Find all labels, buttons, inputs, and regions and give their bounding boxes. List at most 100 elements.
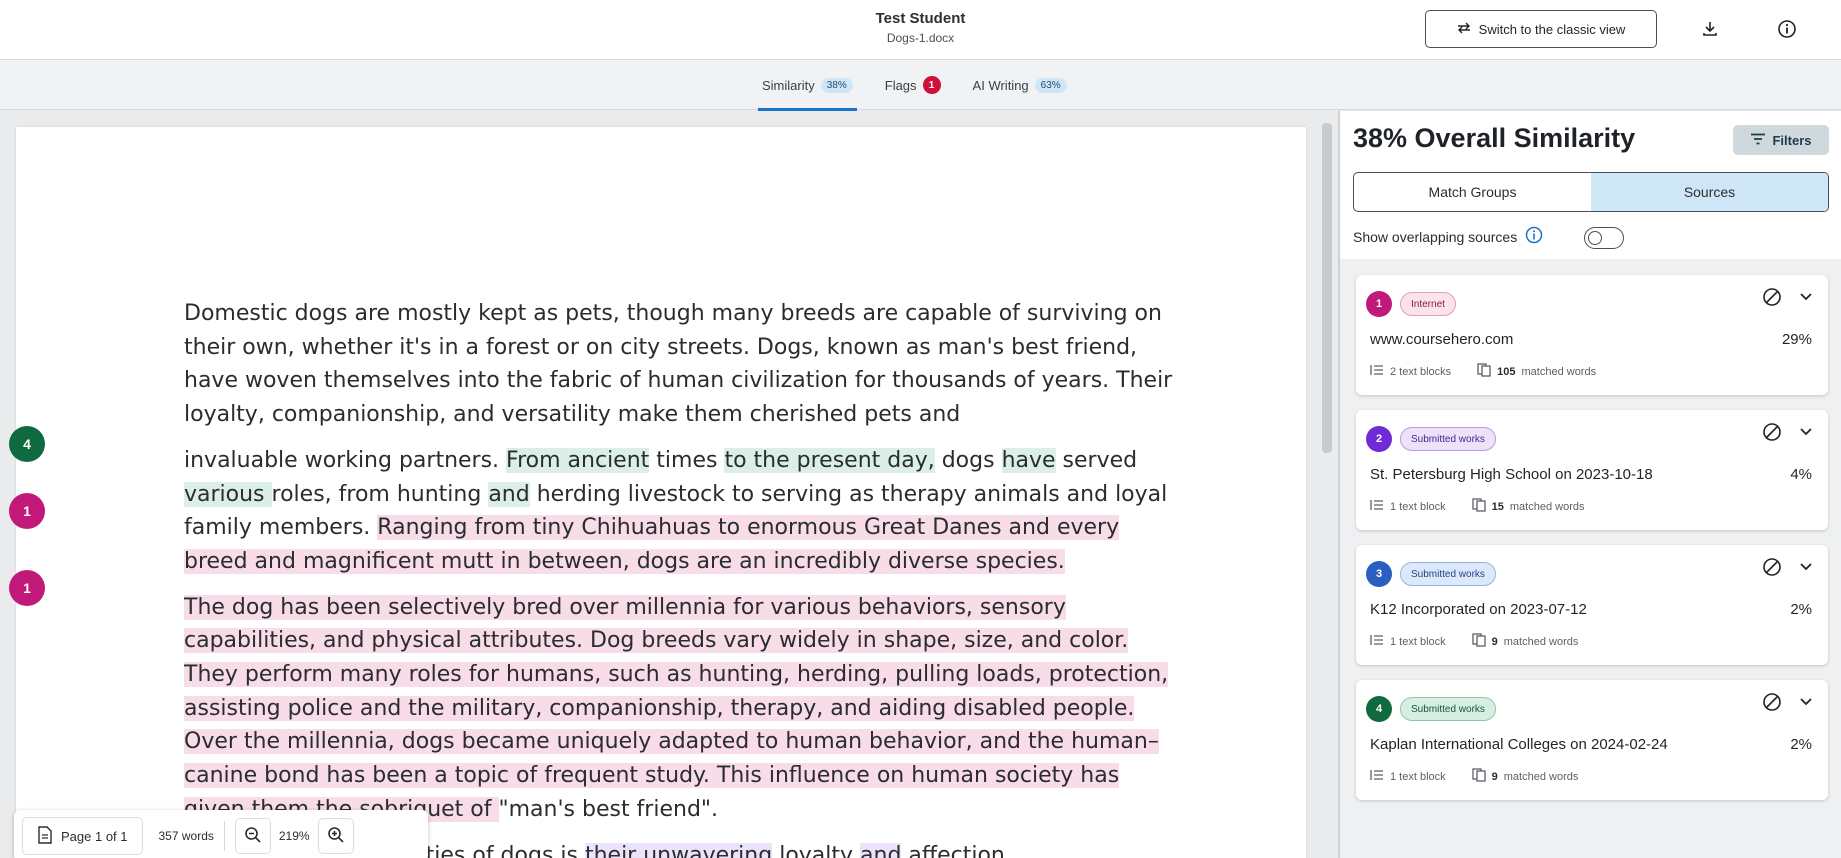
download-icon[interactable] (1695, 14, 1725, 44)
segment-sources[interactable]: Sources (1591, 173, 1828, 211)
page-indicator[interactable]: Page 1 of 1 (22, 817, 143, 855)
source-percent: 29% (1781, 331, 1812, 348)
source-type-tag: Submitted works (1400, 697, 1496, 721)
ai-writing-badge: 63% (1034, 77, 1067, 93)
chevron-down-icon[interactable] (1794, 555, 1818, 579)
text-run: Domestic dogs are mostly kept as pets, t… (184, 301, 1173, 428)
chevron-down-icon[interactable] (1794, 285, 1818, 309)
matched-words-number: 9 (1491, 635, 1498, 648)
match-marker-4[interactable]: 4 (9, 426, 45, 462)
zoom-in-button[interactable] (317, 818, 354, 854)
info-icon[interactable] (1525, 226, 1543, 247)
matched-words-number: 15 (1491, 500, 1504, 513)
switch-classic-view-button[interactable]: Switch to the classic view (1425, 10, 1657, 48)
tab-ai-writing[interactable]: AI Writing 63% (969, 60, 1071, 110)
filters-button[interactable]: Filters (1733, 125, 1829, 155)
top-header: Test Student Dogs-1.docx Switch to the c… (0, 0, 1841, 60)
match-highlight[interactable]: their unwavering (584, 842, 773, 858)
exclude-source-icon[interactable] (1760, 285, 1784, 309)
matched-words-icon (1477, 363, 1491, 380)
source-card[interactable]: 2 Submitted works St. Petersburg High Scho… (1356, 410, 1828, 530)
overlapping-sources-row: Show overlapping sources (1353, 226, 1543, 247)
match-marker-1[interactable]: 1 (9, 570, 45, 606)
text-blocks-count: 1 text block (1390, 770, 1446, 783)
match-marker-1[interactable]: 1 (9, 493, 45, 529)
report-tabs: Similarity 38% Flags 1 AI Writing 63% (758, 60, 1071, 111)
source-meta: 1 text block 9 matched words (1370, 633, 1578, 650)
source-number: 1 (1366, 291, 1392, 317)
source-percent: 4% (1790, 466, 1812, 483)
segment-match-groups[interactable]: Match Groups (1354, 173, 1591, 211)
exclude-source-icon[interactable] (1760, 690, 1784, 714)
document-text: Domestic dogs are mostly kept as pets, t… (184, 297, 1174, 858)
source-name: Kaplan International Colleges on 2024-02… (1370, 736, 1668, 753)
matched-words-label: matched words (1503, 770, 1579, 783)
text-run: served (1055, 447, 1138, 473)
overall-similarity-title: 38% Overall Similarity (1353, 123, 1636, 153)
source-meta: 1 text block 9 matched words (1370, 768, 1578, 785)
source-meta: 1 text block 15 matched words (1370, 498, 1584, 515)
source-card[interactable]: 4 Submitted works Kaplan International Col… (1356, 680, 1828, 800)
toolbar-divider (223, 821, 225, 851)
chevron-down-icon[interactable] (1794, 420, 1818, 444)
zoom-out-icon (244, 826, 262, 847)
source-name: St. Petersburg High School on 2023-10-18 (1370, 466, 1653, 483)
zoom-level: 219% (278, 829, 310, 843)
tab-label: Flags (884, 77, 917, 93)
match-highlight[interactable]: to the present day, (724, 447, 935, 473)
paragraph: invaluable working partners. From ancien… (184, 444, 1174, 579)
similarity-badge: 38% (820, 77, 853, 93)
chevron-down-icon[interactable] (1794, 690, 1818, 714)
text-run: affection (901, 842, 1005, 858)
overlap-toggle[interactable] (1584, 227, 1624, 249)
zoom-out-button[interactable] (234, 818, 271, 854)
source-number: 2 (1366, 426, 1392, 452)
matched-words-label: matched words (1509, 500, 1585, 513)
document-page: Domestic dogs are mostly kept as pets, t… (16, 127, 1306, 858)
text-blocks-count: 2 text blocks (1390, 365, 1452, 378)
source-percent: 2% (1790, 601, 1812, 618)
matched-words-icon (1471, 633, 1486, 650)
match-highlight[interactable]: and (488, 481, 530, 507)
text-run: roles, from hunting (271, 481, 489, 507)
document-scrollbar[interactable] (1322, 123, 1332, 453)
source-card[interactable]: 1 Internet www.coursehero.com 29% 2 text blo… (1356, 275, 1828, 395)
viewer-toolbar: Page 1 of 1 357 words 219% (14, 810, 428, 858)
source-name: www.coursehero.com (1370, 331, 1514, 348)
filters-label: Filters (1772, 132, 1812, 148)
paragraph: The dog has been selectively bred over m… (184, 591, 1174, 827)
overlap-label: Show overlapping sources (1353, 228, 1518, 245)
source-type-tag: Submitted works (1400, 427, 1496, 451)
document-viewer[interactable]: Domestic dogs are mostly kept as pets, t… (0, 111, 1338, 858)
text-blocks-icon (1370, 364, 1384, 379)
text-blocks-icon (1370, 769, 1384, 784)
match-highlight[interactable]: and (860, 842, 902, 858)
source-card[interactable]: 3 Submitted works K12 Incorporated on 2023… (1356, 545, 1828, 665)
match-highlight[interactable]: various (184, 481, 272, 507)
source-type-tag: Internet (1400, 292, 1456, 316)
zoom-in-icon (327, 826, 345, 847)
exclude-source-icon[interactable] (1760, 555, 1784, 579)
text-run: "man's best friend". (498, 796, 719, 822)
tab-similarity[interactable]: Similarity 38% (758, 60, 857, 111)
text-blocks-icon (1370, 634, 1384, 649)
panel-header: 38% Overall Similarity Filters Match Gro… (1340, 111, 1841, 259)
page-label: Page 1 of 1 (61, 828, 128, 844)
paragraph: Domestic dogs are mostly kept as pets, t… (184, 297, 1174, 432)
toggle-knob (1588, 231, 1602, 245)
similarity-panel: 38% Overall Similarity Filters Match Gro… (1340, 111, 1841, 858)
matched-words-label: matched words (1521, 365, 1597, 378)
word-count: 357 words (158, 829, 214, 843)
source-type-tag: Submitted works (1400, 562, 1496, 586)
tab-label: Similarity (762, 77, 815, 93)
source-meta: 2 text blocks 105 matched words (1370, 363, 1596, 380)
match-highlight[interactable]: have (1001, 447, 1056, 473)
filter-icon (1750, 133, 1766, 148)
info-icon[interactable] (1772, 14, 1802, 44)
document-icon (37, 825, 53, 847)
match-highlight[interactable]: From ancient (506, 447, 650, 473)
tab-flags[interactable]: Flags 1 (881, 60, 945, 110)
tab-label: AI Writing (972, 77, 1029, 93)
match-highlight[interactable]: The dog has been selectively bred over m… (184, 594, 1169, 822)
exclude-source-icon[interactable] (1760, 420, 1784, 444)
